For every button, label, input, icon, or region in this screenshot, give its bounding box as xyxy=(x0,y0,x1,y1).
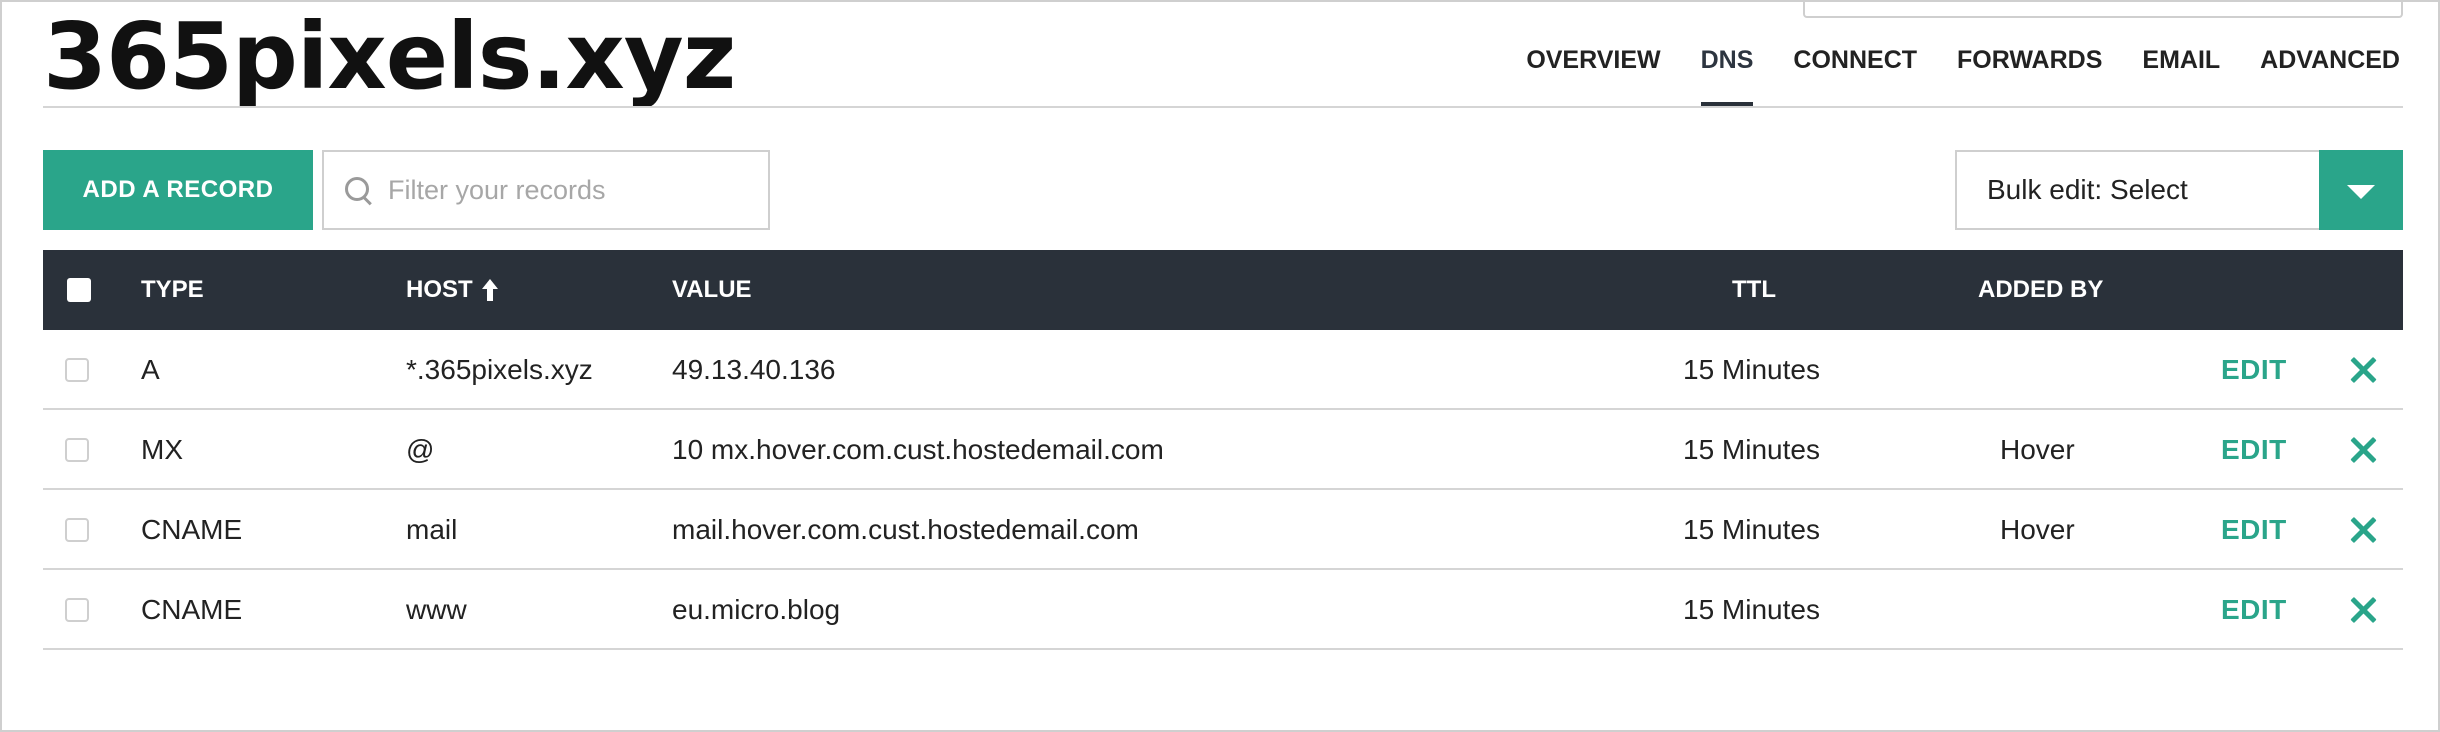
cell-type: CNAME xyxy=(141,594,243,625)
add-record-button[interactable]: ADD A RECORD xyxy=(43,150,313,230)
table-row: CNAME www eu.micro.blog 15 Minutes EDIT xyxy=(43,570,2403,650)
tab-forwards[interactable]: FORWARDS xyxy=(1957,46,2102,108)
dns-records-table: TYPE HOST VALUE TTL ADDED BY A *.365pixe… xyxy=(43,250,2403,650)
row-checkbox[interactable] xyxy=(65,438,89,462)
cell-ttl: 15 Minutes xyxy=(1683,434,1820,465)
cell-host: @ xyxy=(406,434,435,465)
filter-box xyxy=(322,150,770,230)
bulk-edit-dropdown-button[interactable] xyxy=(2319,150,2403,230)
edit-link[interactable]: EDIT xyxy=(2221,354,2287,386)
header-host-cell[interactable]: HOST xyxy=(406,250,498,330)
tab-advanced[interactable]: ADVANCED xyxy=(2260,46,2400,108)
filter-input[interactable] xyxy=(388,174,748,206)
tab-dns[interactable]: DNS xyxy=(1700,46,1753,108)
page-title: 365pixels.xyz xyxy=(43,3,736,110)
tab-overview[interactable]: OVERVIEW xyxy=(1526,46,1660,108)
close-icon[interactable] xyxy=(2347,594,2379,626)
cell-ttl: 15 Minutes xyxy=(1683,594,1820,625)
tab-connect[interactable]: CONNECT xyxy=(1793,46,1917,108)
cell-type: MX xyxy=(141,434,183,465)
header-value[interactable]: VALUE xyxy=(672,250,752,330)
cell-host: mail xyxy=(406,514,458,545)
nav-divider xyxy=(43,106,2403,108)
table-row: MX @ 10 mx.hover.com.cust.hostedemail.co… xyxy=(43,410,2403,490)
arrow-up-icon xyxy=(481,279,498,301)
close-icon[interactable] xyxy=(2347,354,2379,386)
cell-host: www xyxy=(406,594,467,625)
cell-host: *.365pixels.xyz xyxy=(406,354,593,385)
cell-value: eu.micro.blog xyxy=(672,594,841,625)
chevron-down-icon xyxy=(2347,185,2375,199)
select-all-checkbox[interactable] xyxy=(67,278,91,302)
bulk-edit-select[interactable]: Bulk edit: Select xyxy=(1955,150,2403,230)
cell-value: 10 mx.hover.com.cust.hostedemail.com xyxy=(672,434,1164,465)
header-type[interactable]: TYPE xyxy=(141,250,204,330)
row-checkbox[interactable] xyxy=(65,358,89,382)
edit-link[interactable]: EDIT xyxy=(2221,514,2287,546)
cell-ttl: 15 Minutes xyxy=(1683,514,1820,545)
search-icon xyxy=(344,176,372,204)
row-checkbox[interactable] xyxy=(65,598,89,622)
table-row: CNAME mail mail.hover.com.cust.hostedema… xyxy=(43,490,2403,570)
row-checkbox[interactable] xyxy=(65,518,89,542)
close-icon[interactable] xyxy=(2347,434,2379,466)
cell-ttl: 15 Minutes xyxy=(1683,354,1820,385)
close-icon[interactable] xyxy=(2347,514,2379,546)
select-all-cell xyxy=(67,250,91,330)
cell-type: CNAME xyxy=(141,514,243,545)
cell-value: 49.13.40.136 xyxy=(672,354,836,385)
cell-type: A xyxy=(141,354,160,385)
header-ttl[interactable]: TTL xyxy=(1732,250,1776,330)
tab-email[interactable]: EMAIL xyxy=(2142,46,2220,108)
table-row: A *.365pixels.xyz 49.13.40.136 15 Minute… xyxy=(43,330,2403,410)
header-added-by[interactable]: ADDED BY xyxy=(1978,250,2103,330)
edit-link[interactable]: EDIT xyxy=(2221,434,2287,466)
edit-link[interactable]: EDIT xyxy=(2221,594,2287,626)
cell-value: mail.hover.com.cust.hostedemail.com xyxy=(672,514,1139,545)
domain-nav: OVERVIEW DNS CONNECT FORWARDS EMAIL ADVA… xyxy=(1486,46,2400,108)
top-search-box[interactable] xyxy=(1803,0,2403,18)
table-header: TYPE HOST VALUE TTL ADDED BY xyxy=(43,250,2403,330)
cell-added-by: Hover xyxy=(2000,514,2075,545)
header-host: HOST xyxy=(406,276,473,303)
cell-added-by: Hover xyxy=(2000,434,2075,465)
